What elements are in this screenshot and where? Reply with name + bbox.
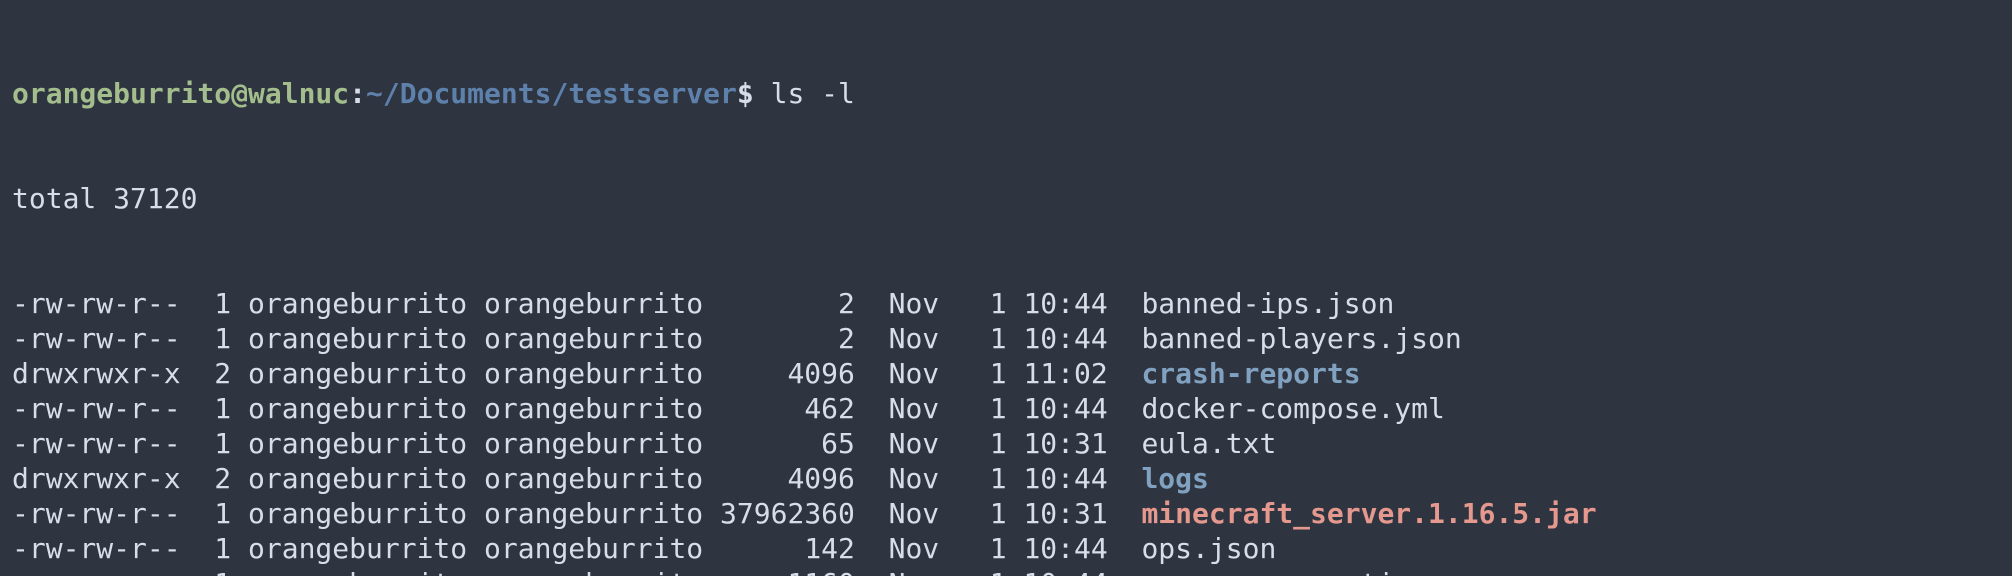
file-day: 1	[973, 566, 1007, 576]
list-item: drwxrwxr-x 2 orangeburrito orangeburrito…	[12, 356, 2000, 391]
file-links: 1	[197, 531, 231, 566]
list-item: -rw-rw-r-- 1 orangeburrito orangeburrito…	[12, 496, 2000, 531]
file-owner: orangeburrito	[248, 321, 467, 356]
file-name: crash-reports	[1141, 356, 1360, 391]
list-item: -rw-rw-r-- 1 orangeburrito orangeburrito…	[12, 426, 2000, 461]
file-owner: orangeburrito	[248, 356, 467, 391]
file-month: Nov	[872, 286, 939, 321]
file-name: logs	[1141, 461, 1208, 496]
file-name: banned-players.json	[1141, 321, 1461, 356]
file-owner: orangeburrito	[248, 566, 467, 576]
file-size: 142	[720, 531, 855, 566]
file-group: orangeburrito	[484, 286, 703, 321]
file-month: Nov	[872, 321, 939, 356]
file-links: 1	[197, 426, 231, 461]
file-links: 1	[197, 566, 231, 576]
file-group: orangeburrito	[484, 566, 703, 576]
file-owner: orangeburrito	[248, 286, 467, 321]
file-month: Nov	[872, 496, 939, 531]
file-owner: orangeburrito	[248, 461, 467, 496]
file-time: 10:44	[1023, 391, 1124, 426]
file-size: 2	[720, 286, 855, 321]
file-time: 11:02	[1023, 356, 1124, 391]
file-links: 1	[197, 391, 231, 426]
file-permissions: drwxrwxr-x	[12, 356, 181, 391]
file-time: 10:44	[1023, 531, 1124, 566]
file-name: server.properties	[1141, 566, 1428, 576]
file-day: 1	[973, 531, 1007, 566]
list-item: -rw-rw-r-- 1 orangeburrito orangeburrito…	[12, 321, 2000, 356]
file-links: 2	[197, 461, 231, 496]
file-group: orangeburrito	[484, 391, 703, 426]
file-day: 1	[973, 496, 1007, 531]
file-time: 10:44	[1023, 461, 1124, 496]
list-item: -rw-rw-r-- 1 orangeburrito orangeburrito…	[12, 531, 2000, 566]
list-item: -rw-rw-r-- 1 orangeburrito orangeburrito…	[12, 286, 2000, 321]
file-month: Nov	[872, 566, 939, 576]
file-size: 4096	[720, 356, 855, 391]
list-item: drwxrwxr-x 2 orangeburrito orangeburrito…	[12, 461, 2000, 496]
file-size: 462	[720, 391, 855, 426]
file-permissions: -rw-rw-r--	[12, 531, 181, 566]
file-permissions: -rw-rw-r--	[12, 286, 181, 321]
prompt-colon: :	[349, 77, 366, 110]
file-group: orangeburrito	[484, 496, 703, 531]
prompt-symbol: $	[737, 77, 754, 110]
file-day: 1	[973, 461, 1007, 496]
file-owner: orangeburrito	[248, 496, 467, 531]
file-group: orangeburrito	[484, 356, 703, 391]
file-month: Nov	[872, 531, 939, 566]
file-owner: orangeburrito	[248, 531, 467, 566]
file-name: eula.txt	[1141, 426, 1276, 461]
file-month: Nov	[872, 426, 939, 461]
file-links: 2	[197, 356, 231, 391]
list-item: -rw-r--r-- 1 orangeburrito orangeburrito…	[12, 566, 2000, 576]
file-name: banned-ips.json	[1141, 286, 1394, 321]
file-permissions: drwxrwxr-x	[12, 461, 181, 496]
prompt-cwd: ~/Documents/testserver	[366, 77, 737, 110]
file-permissions: -rw-rw-r--	[12, 321, 181, 356]
file-month: Nov	[872, 356, 939, 391]
file-time: 10:31	[1023, 426, 1124, 461]
file-day: 1	[973, 391, 1007, 426]
file-permissions: -rw-rw-r--	[12, 496, 181, 531]
file-day: 1	[973, 426, 1007, 461]
file-time: 10:44	[1023, 566, 1124, 576]
file-time: 10:31	[1023, 496, 1124, 531]
file-size: 65	[720, 426, 855, 461]
terminal[interactable]: orangeburrito@walnuc:~/Documents/testser…	[0, 0, 2012, 576]
list-item: -rw-rw-r-- 1 orangeburrito orangeburrito…	[12, 391, 2000, 426]
file-day: 1	[973, 286, 1007, 321]
file-name: ops.json	[1141, 531, 1276, 566]
file-links: 1	[197, 286, 231, 321]
prompt-user-host: orangeburrito@walnuc	[12, 77, 349, 110]
file-name: docker-compose.yml	[1141, 391, 1444, 426]
file-group: orangeburrito	[484, 461, 703, 496]
file-time: 10:44	[1023, 286, 1124, 321]
prompt-line[interactable]: orangeburrito@walnuc:~/Documents/testser…	[12, 76, 2000, 111]
file-links: 1	[197, 321, 231, 356]
file-links: 1	[197, 496, 231, 531]
command-text: ls -l	[771, 77, 855, 110]
file-group: orangeburrito	[484, 426, 703, 461]
file-time: 10:44	[1023, 321, 1124, 356]
file-name: minecraft_server.1.16.5.jar	[1141, 496, 1596, 531]
file-day: 1	[973, 356, 1007, 391]
file-permissions: -rw-rw-r--	[12, 426, 181, 461]
ls-listing: -rw-rw-r-- 1 orangeburrito orangeburrito…	[12, 286, 2000, 576]
file-group: orangeburrito	[484, 321, 703, 356]
file-group: orangeburrito	[484, 531, 703, 566]
file-size: 1160	[720, 566, 855, 576]
file-permissions: -rw-rw-r--	[12, 391, 181, 426]
file-day: 1	[973, 321, 1007, 356]
file-size: 37962360	[720, 496, 855, 531]
total-line: total 37120	[12, 181, 2000, 216]
file-owner: orangeburrito	[248, 426, 467, 461]
file-permissions: -rw-r--r--	[12, 566, 181, 576]
file-size: 2	[720, 321, 855, 356]
file-month: Nov	[872, 391, 939, 426]
file-owner: orangeburrito	[248, 391, 467, 426]
file-size: 4096	[720, 461, 855, 496]
file-month: Nov	[872, 461, 939, 496]
